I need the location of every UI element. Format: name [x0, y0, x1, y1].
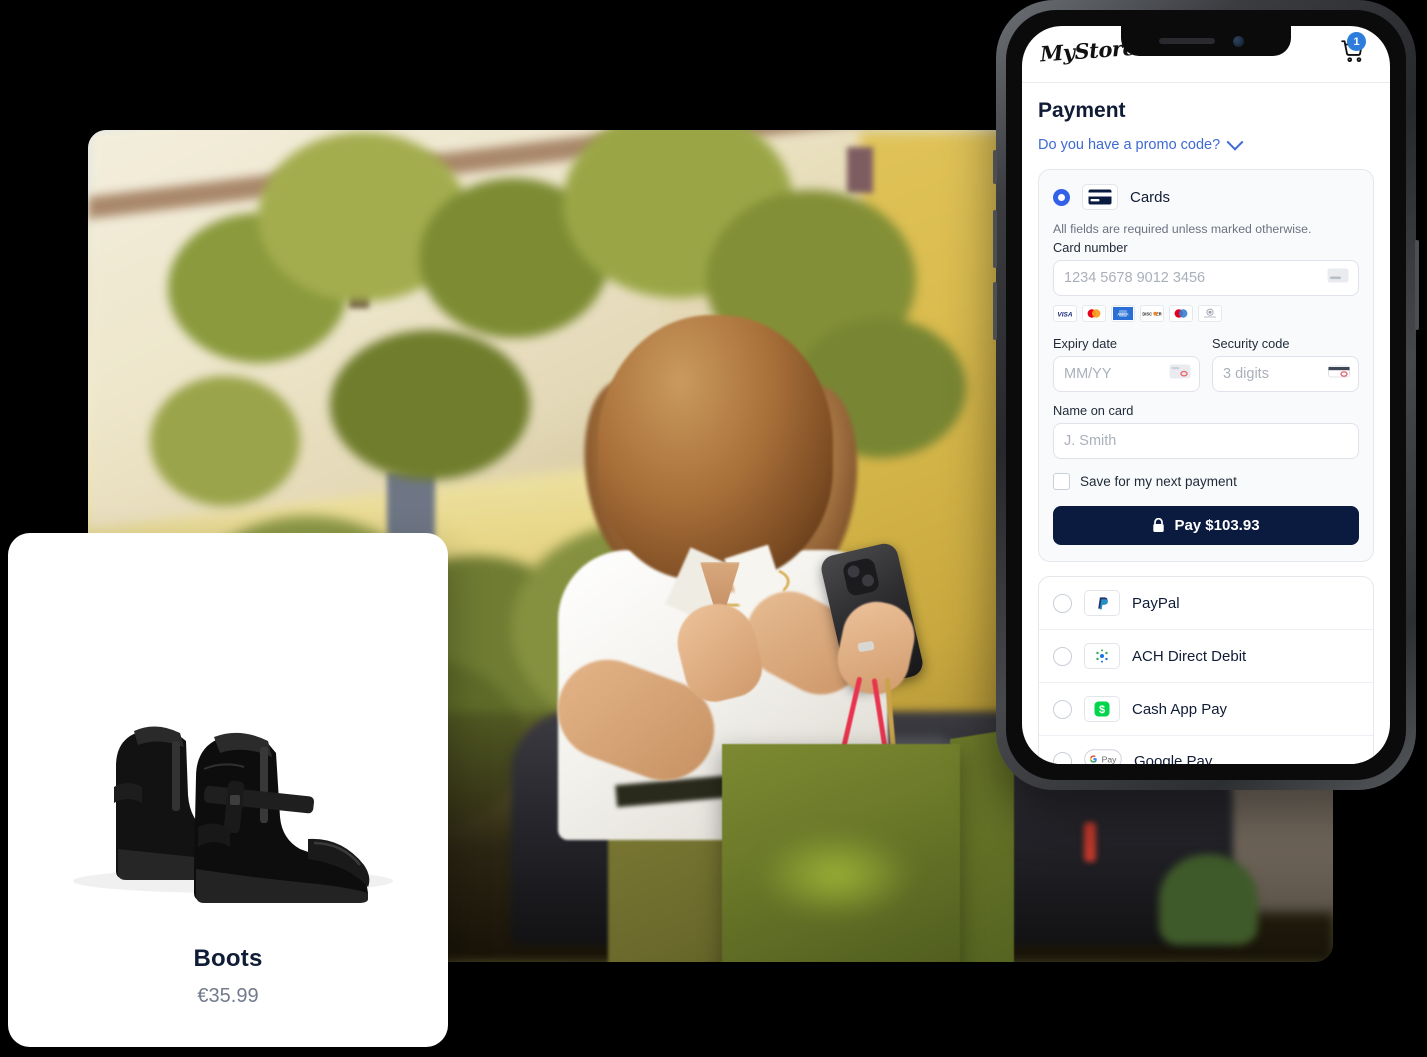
svg-text:Pay: Pay — [1102, 754, 1118, 764]
svg-text:VISA: VISA — [1057, 312, 1072, 319]
name-on-card-label: Name on card — [1053, 403, 1134, 418]
phone-mockup: MyStore. 1 Payment Do you have a promo c… — [993, 0, 1419, 790]
curly-hair — [598, 315, 833, 580]
googlepay-radio[interactable] — [1053, 752, 1072, 764]
svg-text:$: $ — [1099, 704, 1105, 716]
card-number-field[interactable]: 1234 5678 9012 3456 — [1053, 260, 1359, 296]
cards-payment-panel: Cards All fields are required unless mar… — [1038, 169, 1374, 562]
ach-label: ACH Direct Debit — [1132, 647, 1247, 665]
name-on-card-placeholder: J. Smith — [1064, 433, 1117, 449]
ach-icon — [1084, 643, 1120, 669]
card-number-label: Card number — [1053, 240, 1128, 255]
earpiece-speaker — [1159, 38, 1215, 44]
paypal-icon — [1084, 590, 1120, 616]
volume-down-button[interactable] — [993, 282, 997, 340]
cvc-card-icon — [1328, 364, 1350, 384]
required-fields-hint: All fields are required unless marked ot… — [1053, 222, 1312, 236]
mastercard-icon — [1082, 305, 1106, 322]
payment-method-paypal[interactable]: PayPal — [1039, 577, 1373, 630]
amex-icon: AMEX — [1111, 305, 1135, 322]
save-card-checkbox[interactable] — [1053, 473, 1070, 490]
page-title: Payment — [1038, 99, 1126, 122]
accepted-card-brands: VISA AMEX DISC VER — [1053, 305, 1359, 322]
cards-radio[interactable] — [1053, 188, 1070, 206]
expiry-field[interactable]: MM/YY — [1053, 356, 1200, 392]
security-code-label: Security code — [1212, 336, 1290, 351]
security-group: Security code 3 digits — [1212, 332, 1359, 392]
cashapp-label: Cash App Pay — [1132, 700, 1228, 718]
cart-button[interactable]: 1 — [1340, 32, 1374, 70]
front-camera-icon — [1233, 36, 1244, 47]
checkout-content: Payment Do you have a promo code? Cards … — [1022, 99, 1390, 764]
paypal-label: PayPal — [1132, 594, 1180, 612]
pay-button-label: Pay $103.93 — [1174, 517, 1260, 534]
cart-badge: 1 — [1347, 32, 1366, 51]
save-card-checkbox-row[interactable]: Save for my next payment — [1053, 473, 1359, 490]
chevron-down-icon — [1226, 133, 1244, 151]
discover-icon: DISC VER — [1140, 305, 1164, 322]
cards-method-label: Cards — [1130, 188, 1171, 206]
visa-icon: VISA — [1053, 305, 1077, 322]
bag-light-reflection — [756, 830, 916, 920]
security-code-field[interactable]: 3 digits — [1212, 356, 1359, 392]
cash-app-icon: $ — [1084, 696, 1120, 722]
maestro-icon — [1169, 305, 1193, 322]
product-title: Boots — [193, 945, 263, 972]
paypal-radio[interactable] — [1053, 593, 1072, 613]
save-card-label: Save for my next payment — [1080, 474, 1237, 489]
svg-text:AMEX: AMEX — [1117, 312, 1129, 317]
expiry-placeholder: MM/YY — [1064, 366, 1112, 382]
google-pay-icon: Pay — [1084, 749, 1122, 764]
expiry-security-row: Expiry date MM/YY Security code 3 digits — [1053, 332, 1359, 392]
googlepay-label: Google Pay — [1134, 753, 1213, 764]
phone-screen: MyStore. 1 Payment Do you have a promo c… — [1022, 26, 1390, 764]
cards-method-row[interactable]: Cards — [1053, 184, 1359, 210]
security-code-placeholder: 3 digits — [1223, 366, 1269, 382]
card-number-placeholder: 1234 5678 9012 3456 — [1064, 270, 1206, 286]
payment-method-cashapp[interactable]: $ Cash App Pay — [1039, 683, 1373, 736]
payment-method-ach[interactable]: ACH Direct Debit — [1039, 630, 1373, 683]
mute-switch[interactable] — [993, 150, 997, 184]
ach-radio[interactable] — [1053, 646, 1072, 666]
payment-method-googlepay[interactable]: Pay Google Pay — [1039, 736, 1373, 764]
small-bush — [1158, 853, 1259, 946]
lock-icon — [1153, 518, 1165, 532]
promo-code-toggle[interactable]: Do you have a promo code? — [1038, 133, 1374, 153]
calendar-card-icon — [1169, 364, 1191, 384]
volume-up-button[interactable] — [993, 210, 997, 268]
product-card[interactable]: Boots €35.99 — [8, 533, 448, 1047]
name-on-card-field[interactable]: J. Smith — [1053, 423, 1359, 459]
product-image — [8, 581, 448, 911]
promo-code-label: Do you have a promo code? — [1038, 137, 1221, 153]
red-object — [1084, 822, 1096, 863]
card-input-icon — [1327, 268, 1349, 288]
expiry-group: Expiry date MM/YY — [1053, 332, 1200, 392]
svg-text:DISC VER: DISC VER — [1142, 311, 1161, 316]
power-button[interactable] — [1415, 240, 1419, 330]
expiry-label: Expiry date — [1053, 336, 1118, 351]
pay-button[interactable]: Pay $103.93 — [1053, 506, 1359, 545]
diners-club-icon — [1198, 305, 1222, 322]
cashapp-radio[interactable] — [1053, 699, 1072, 719]
credit-card-icon — [1082, 184, 1118, 210]
other-payment-methods: PayPal ACH Direct Debit $ Cash App Pay P… — [1038, 576, 1374, 764]
product-price: €35.99 — [197, 985, 259, 1007]
phone-notch — [1121, 26, 1291, 56]
